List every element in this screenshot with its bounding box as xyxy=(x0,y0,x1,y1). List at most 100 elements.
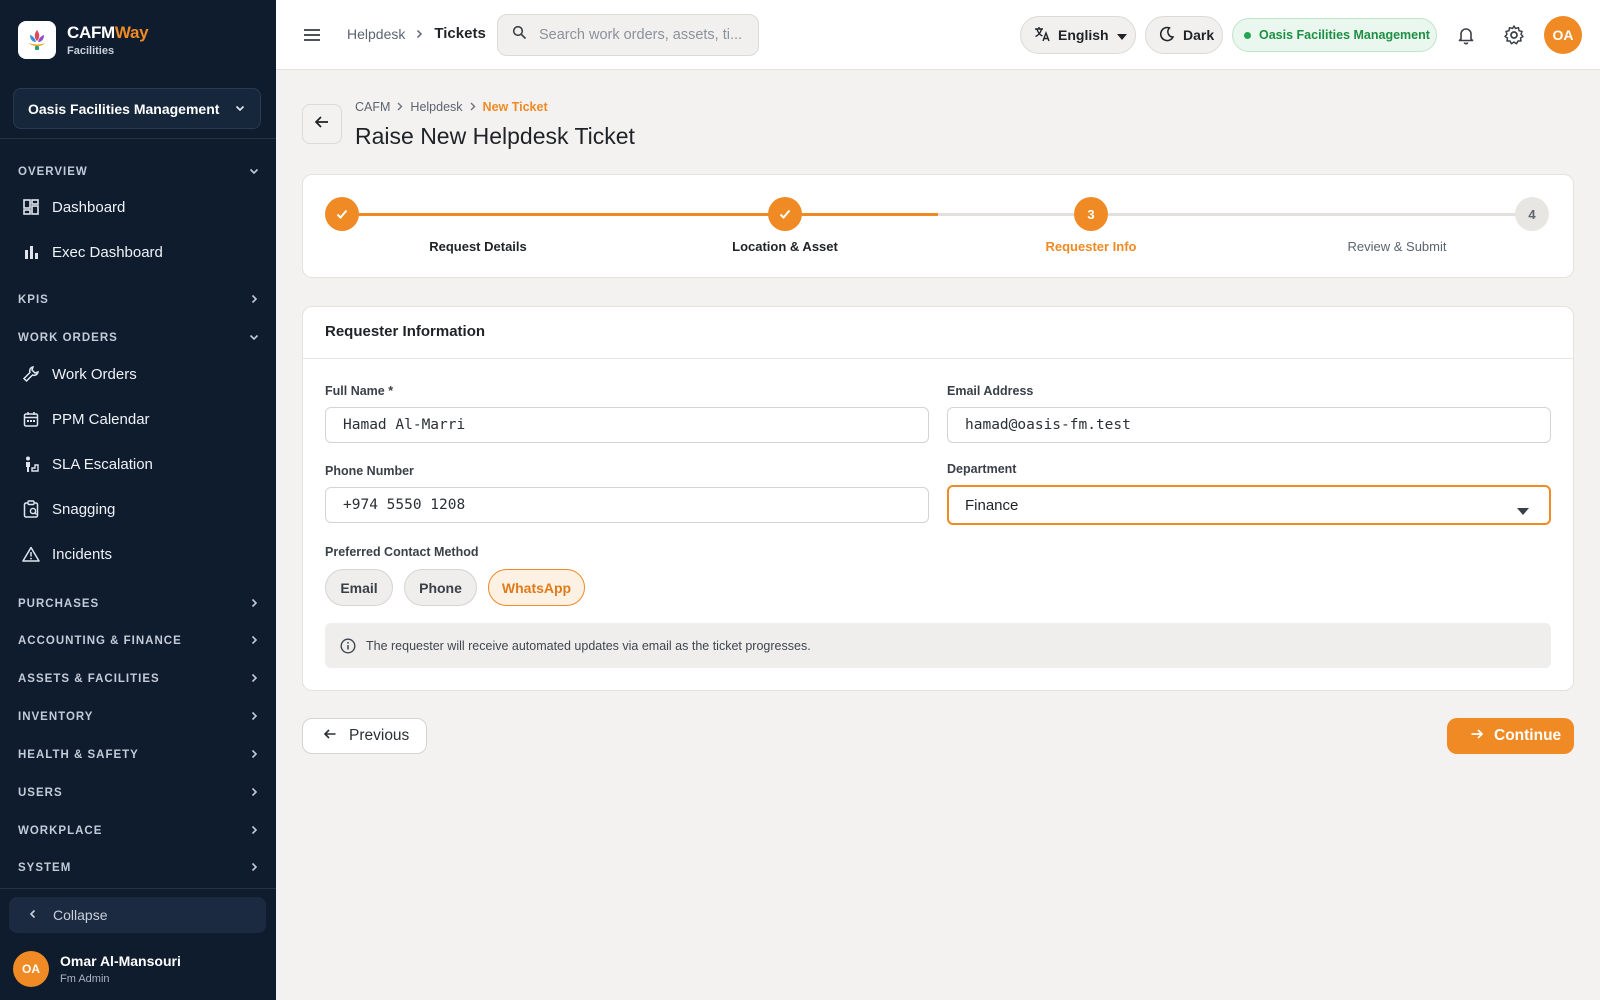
phone-value: +974 5550 1208 xyxy=(343,497,466,513)
sidebar-section-label: HEALTH & SAFETY xyxy=(18,749,139,761)
calendar-icon xyxy=(22,410,40,428)
avatar: OA xyxy=(13,951,49,987)
sidebar-section-system[interactable]: SYSTEM xyxy=(18,858,260,878)
chevron-right-icon xyxy=(248,861,260,876)
contact-method-phone-chip[interactable]: Phone xyxy=(404,569,477,606)
chevron-right-icon xyxy=(248,597,260,612)
sidebar-section-accounting-finance[interactable]: ACCOUNTING & FINANCE xyxy=(18,631,260,651)
sidebar-section-inventory[interactable]: INVENTORY xyxy=(18,707,260,727)
step-4-label: Review & Submit xyxy=(1347,239,1447,254)
sidebar-section-label: ASSETS & FACILITIES xyxy=(18,673,160,685)
brand-subtitle: Facilities xyxy=(67,45,115,57)
brand-logo-icon xyxy=(18,21,56,59)
sidebar-item-label: Exec Dashboard xyxy=(52,243,163,261)
step-4-upcoming[interactable]: 4 xyxy=(1515,197,1549,231)
email-value: hamad@oasis-fm.test xyxy=(965,417,1131,433)
sidebar-section-health-safety[interactable]: HEALTH & SAFETY xyxy=(18,745,260,765)
global-search[interactable] xyxy=(497,14,759,56)
sidebar-item-exec-dashboard[interactable]: Exec Dashboard xyxy=(22,237,262,267)
search-input[interactable] xyxy=(539,27,749,43)
theme-toggle[interactable]: Dark xyxy=(1145,16,1223,54)
current-user[interactable]: OA Omar Al-Mansouri Fm Admin xyxy=(13,951,181,987)
continue-button[interactable]: Continue xyxy=(1447,718,1574,754)
settings-gear-icon[interactable] xyxy=(1503,24,1525,46)
sidebar-section-kpis[interactable]: KPIS xyxy=(18,290,260,310)
breadcrumb-helpdesk-link[interactable]: Helpdesk xyxy=(347,26,405,42)
sidebar-section-workplace[interactable]: WORKPLACE xyxy=(18,821,260,841)
info-icon xyxy=(340,637,356,654)
organization-selector-value: Oasis Facilities Management xyxy=(28,100,220,117)
email-field[interactable]: hamad@oasis-fm.test xyxy=(947,407,1551,443)
chevron-right-icon xyxy=(396,100,404,114)
theme-label: Dark xyxy=(1183,27,1215,43)
organization-selector[interactable]: Oasis Facilities Management xyxy=(13,88,261,129)
stepper-progress-line xyxy=(342,213,938,216)
chevron-right-icon xyxy=(248,824,260,839)
sidebar-section-purchases[interactable]: PURCHASES xyxy=(18,594,260,614)
sidebar-section-users[interactable]: USERS xyxy=(18,783,260,803)
sidebar-section-assets-facilities[interactable]: ASSETS & FACILITIES xyxy=(18,669,260,689)
step-1-complete-check-icon[interactable] xyxy=(325,197,359,231)
contact-method-email-chip[interactable]: Email xyxy=(325,569,393,606)
language-selector[interactable]: English xyxy=(1020,16,1136,54)
sidebar-section-label: KPIS xyxy=(18,294,49,306)
sidebar-section-label: OVERVIEW xyxy=(18,166,88,178)
sidebar-item-ppm-calendar[interactable]: PPM Calendar xyxy=(22,404,262,434)
sidebar-section-overview[interactable]: OVERVIEW xyxy=(18,162,260,182)
chevron-right-icon xyxy=(414,26,424,42)
sidebar-section-label: INVENTORY xyxy=(18,711,94,723)
chevron-down-icon xyxy=(248,331,260,346)
breadcrumb-cafm-link[interactable]: CAFM xyxy=(355,100,390,114)
full-name-label: Full Name * xyxy=(325,384,394,398)
sidebar-item-label: Work Orders xyxy=(52,365,137,383)
phone-field[interactable]: +974 5550 1208 xyxy=(325,487,929,523)
sidebar-item-dashboard[interactable]: Dashboard xyxy=(22,192,262,222)
sidebar-item-incidents[interactable]: Incidents xyxy=(22,539,262,569)
sidebar-section-work-orders[interactable]: WORK ORDERS xyxy=(18,328,260,348)
sidebar-section-label: PURCHASES xyxy=(18,598,100,610)
sidebar-item-label: Incidents xyxy=(52,545,113,563)
clipboard-icon xyxy=(22,500,40,518)
chevron-right-icon xyxy=(248,748,260,763)
email-label: Email Address xyxy=(947,384,1034,398)
search-icon xyxy=(512,25,527,45)
avatar[interactable]: OA xyxy=(1544,16,1582,54)
breadcrumb: CAFM Helpdesk New Ticket xyxy=(355,100,548,114)
chevron-down-icon xyxy=(234,101,246,117)
step-2-complete-check-icon[interactable] xyxy=(768,197,802,231)
chevron-right-icon xyxy=(248,710,260,725)
department-select[interactable]: Finance xyxy=(947,485,1551,525)
dashboard-icon xyxy=(22,198,40,216)
step-3-current[interactable]: 3 xyxy=(1074,197,1108,231)
back-button[interactable] xyxy=(302,104,342,144)
phone-label: Phone Number xyxy=(325,464,414,478)
step-3-label: Requester Info xyxy=(1045,239,1137,254)
contact-method-whatsapp-chip[interactable]: WhatsApp xyxy=(488,569,585,606)
full-name-field[interactable]: Hamad Al-Marri xyxy=(325,407,929,443)
full-name-value: Hamad Al-Marri xyxy=(343,417,466,433)
sidebar-item-sla-escalation[interactable]: SLA Escalation xyxy=(22,449,262,479)
sidebar-divider xyxy=(0,138,276,139)
moon-icon xyxy=(1159,26,1175,45)
breadcrumb-current: Tickets xyxy=(434,25,486,42)
warning-icon xyxy=(22,545,40,563)
sidebar-item-snagging[interactable]: Snagging xyxy=(22,494,262,524)
form-divider xyxy=(303,358,1573,359)
collapse-sidebar-button[interactable]: Collapse xyxy=(9,897,266,933)
info-note: The requester will receive automated upd… xyxy=(325,623,1551,668)
brand[interactable]: CAFMWay Facilities xyxy=(18,21,149,59)
chevron-right-icon xyxy=(248,634,260,649)
organization-badge-label: Oasis Facilities Management xyxy=(1259,28,1430,42)
chevron-right-icon xyxy=(469,100,477,114)
menu-icon[interactable] xyxy=(302,25,322,45)
arrow-right-icon xyxy=(1470,727,1484,746)
sidebar: CAFMWay Facilities Oasis Facilities Mana… xyxy=(0,0,276,1000)
notification-bell-icon[interactable] xyxy=(1456,25,1476,45)
chevron-right-icon xyxy=(248,672,260,687)
wrench-icon xyxy=(22,365,40,383)
organization-badge[interactable]: Oasis Facilities Management xyxy=(1232,18,1437,52)
previous-button[interactable]: Previous xyxy=(302,718,427,754)
sidebar-item-work-orders[interactable]: Work Orders xyxy=(22,359,262,389)
sidebar-item-label: SLA Escalation xyxy=(52,455,153,473)
breadcrumb-helpdesk-link[interactable]: Helpdesk xyxy=(410,100,462,114)
